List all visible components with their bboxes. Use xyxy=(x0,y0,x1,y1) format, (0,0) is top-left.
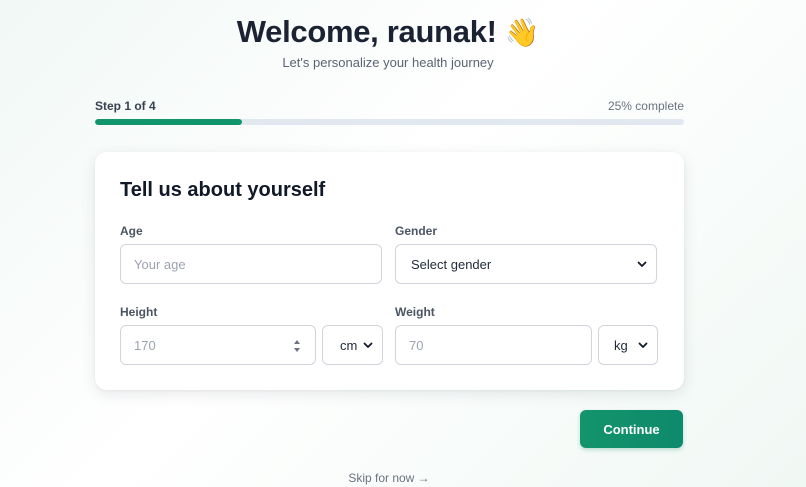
age-placeholder: Your age xyxy=(134,256,186,272)
percent-complete-label: 25% complete xyxy=(607,99,684,113)
chevron-down-icon xyxy=(637,261,647,267)
weight-label: Weight xyxy=(395,305,435,319)
skip-link[interactable]: Skip for now → xyxy=(0,471,778,485)
chevron-down-icon xyxy=(638,342,648,348)
chevron-down-icon xyxy=(363,342,373,348)
age-label: Age xyxy=(120,224,143,238)
progress-fill xyxy=(95,119,243,125)
gender-selected-value: Select gender xyxy=(411,256,492,272)
gender-label: Gender xyxy=(395,224,438,238)
weight-unit-value: kg xyxy=(614,337,628,353)
height-label: Height xyxy=(120,305,158,319)
weight-unit-select[interactable]: kg xyxy=(598,325,658,365)
height-unit-value: cm xyxy=(340,337,358,353)
number-spinner-icon[interactable] xyxy=(293,338,301,354)
wave-hand-icon: 👋 xyxy=(504,17,540,48)
age-input[interactable]: Your age xyxy=(120,244,382,284)
weight-placeholder: 70 xyxy=(409,337,424,353)
height-placeholder: 170 xyxy=(134,337,156,353)
form-title: Tell us about yourself xyxy=(120,179,326,201)
profile-form-card: Tell us about yourself Age Your age Gend… xyxy=(95,152,684,390)
height-input[interactable]: 170 xyxy=(120,325,316,365)
page-title: Welcome, raunak! 👋 xyxy=(0,14,776,50)
step-label: Step 1 of 4 xyxy=(95,99,156,113)
progress-section: Step 1 of 4 25% complete xyxy=(95,98,684,125)
title-text: Welcome, raunak! xyxy=(236,14,497,49)
continue-button[interactable]: Continue xyxy=(580,410,683,448)
weight-input[interactable]: 70 xyxy=(395,325,592,365)
height-unit-select[interactable]: cm xyxy=(322,325,383,365)
progress-track xyxy=(95,119,684,125)
page-subtitle: Let's personalize your health journey xyxy=(282,55,494,70)
onboarding-page: Welcome, raunak! 👋 Let's personalize your… xyxy=(0,0,806,487)
gender-select[interactable]: Select gender xyxy=(395,244,657,284)
